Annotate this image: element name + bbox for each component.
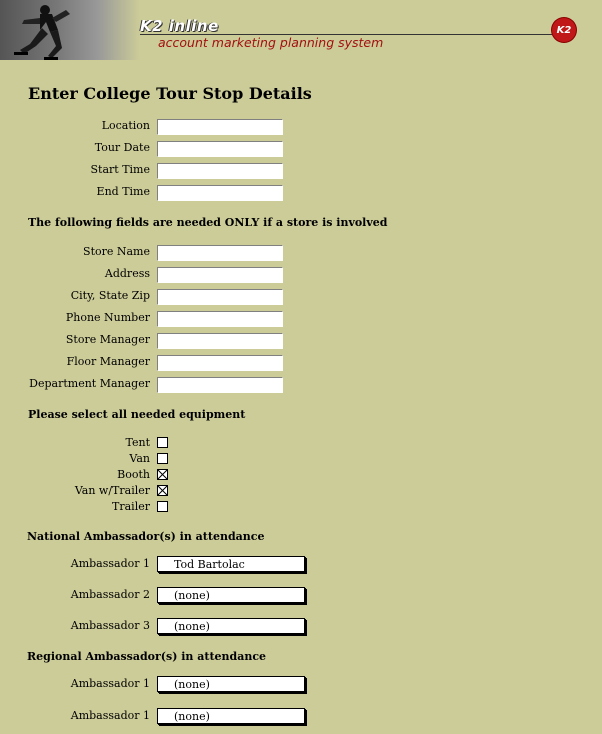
app-header: K2 inline account marketing planning sys… [0,0,602,62]
brand-subtitle: account marketing planning system [158,35,384,50]
department-manager-input[interactable] [157,377,283,393]
national-ambassador-2-label: Ambassador 2 [70,588,150,601]
select-value: (none) [174,710,210,723]
end-time-label: End Time [96,185,150,198]
tour-date-input[interactable] [157,141,283,157]
select-value: (none) [174,620,210,633]
van-label: Van [129,452,150,465]
tent-checkbox[interactable] [157,437,168,448]
national-ambassadors-heading: National Ambassador(s) in attendance [27,530,265,543]
booth-label: Booth [117,468,150,481]
skater-photo [0,0,140,60]
regional-ambassador-1-select[interactable]: (none) [157,676,305,692]
store-name-input[interactable] [157,245,283,261]
k2-logo-icon: K2 [552,18,576,42]
equipment-heading: Please select all needed equipment [28,408,246,421]
van-w-trailer-checkbox[interactable] [157,485,168,496]
phone-number-input[interactable] [157,311,283,327]
end-time-input[interactable] [157,185,283,201]
national-ambassador-2-select[interactable]: (none) [157,587,305,603]
location-label: Location [101,119,150,132]
select-value: (none) [174,589,210,602]
trailer-label: Trailer [112,500,150,513]
tent-label: Tent [125,436,151,449]
department-manager-label: Department Manager [29,377,150,390]
tour-date-label: Tour Date [94,141,150,154]
store-section-heading: The following fields are needed ONLY if … [28,216,388,229]
location-input[interactable] [157,119,283,135]
store-manager-label: Store Manager [65,333,150,346]
regional-ambassador-2-label: Ambassador 1 [70,709,150,722]
address-input[interactable] [157,267,283,283]
check-x-icon [158,470,167,479]
start-time-input[interactable] [157,163,283,179]
trailer-checkbox[interactable] [157,501,168,512]
regional-ambassador-2-select[interactable]: (none) [157,708,305,724]
store-manager-input[interactable] [157,333,283,349]
store-name-label: Store Name [83,245,150,258]
regional-ambassador-1-label: Ambassador 1 [70,677,150,690]
national-ambassador-3-label: Ambassador 3 [70,619,150,632]
select-value: (none) [174,678,210,691]
booth-checkbox[interactable] [157,469,168,480]
city-state-zip-label: City, State Zip [70,289,150,302]
regional-ambassadors-heading: Regional Ambassador(s) in attendance [27,650,267,663]
check-x-icon [158,486,167,495]
national-ambassador-1-select[interactable]: Tod Bartolac [157,556,305,572]
phone-number-label: Phone Number [65,311,150,324]
page-title: Enter College Tour Stop Details [28,84,312,103]
select-value: Tod Bartolac [174,558,245,571]
address-label: Address [104,267,150,280]
van-checkbox[interactable] [157,453,168,464]
brand-title: K2 inline [140,17,219,35]
start-time-label: Start Time [90,163,151,176]
national-ambassador-3-select[interactable]: (none) [157,618,305,634]
floor-manager-label: Floor Manager [66,355,150,368]
van-w-trailer-label: Van w/Trailer [74,484,150,497]
city-state-zip-input[interactable] [157,289,283,305]
skater-icon [14,5,70,60]
floor-manager-input[interactable] [157,355,283,371]
national-ambassador-1-label: Ambassador 1 [70,557,150,570]
